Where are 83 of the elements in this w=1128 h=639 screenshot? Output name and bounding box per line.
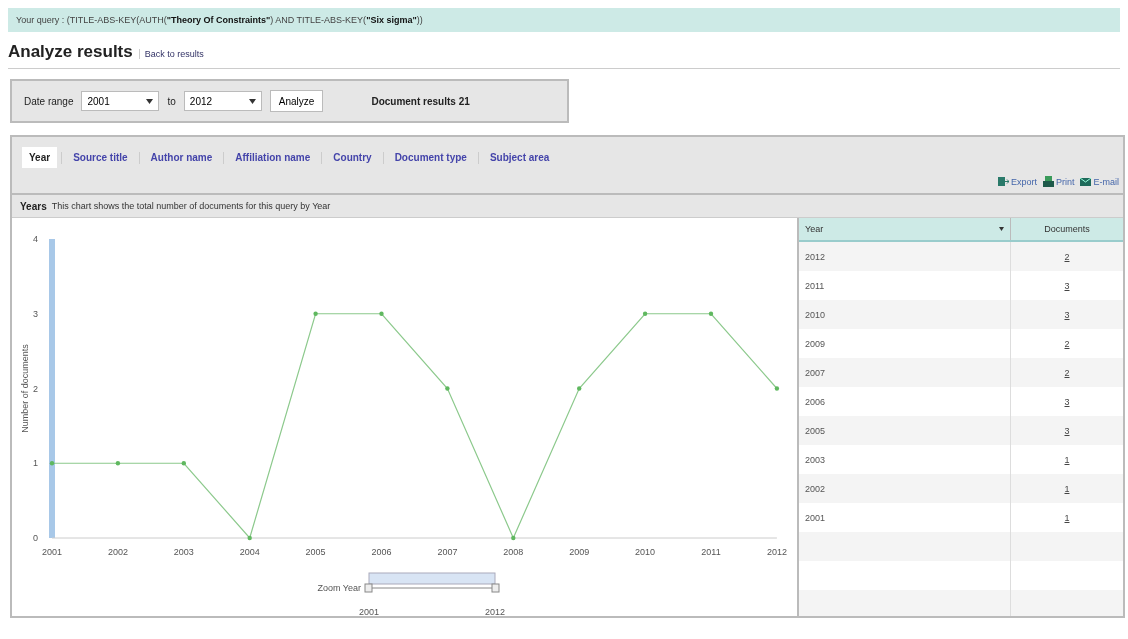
x-tick-label: 2006 (371, 547, 392, 557)
y-tick-label: 1 (33, 458, 38, 469)
to-label: to (167, 95, 176, 107)
analyze-button[interactable]: Analyze (269, 90, 324, 112)
caret-icon (248, 98, 256, 104)
x-tick-label: 2003 (173, 547, 194, 557)
sort-caret-icon (999, 227, 1004, 231)
zoom-end-label: 2012 (485, 607, 505, 616)
data-point[interactable] (445, 386, 450, 391)
y-tick-label: 4 (33, 234, 38, 244)
table-cell: 2010 (799, 300, 1011, 329)
x-tick-label: 2011 (701, 547, 721, 557)
tab[interactable]: Author name (143, 147, 220, 168)
section-title: Years (20, 200, 47, 212)
y-axis-title: Number of documents (20, 344, 30, 433)
data-point[interactable] (774, 386, 780, 391)
data-point[interactable] (379, 311, 384, 316)
x-tick-label: 2012 (766, 547, 787, 557)
y-tick-label: 0 (33, 533, 38, 543)
table-cell: 2011 (799, 271, 1011, 300)
envelope-icon (1080, 176, 1092, 187)
document-count-link[interactable]: 3 (1064, 280, 1070, 291)
document-count-link[interactable]: 2 (1064, 367, 1070, 378)
table-cell: 2003 (799, 445, 1011, 474)
data-point[interactable] (577, 386, 582, 391)
back-link[interactable]: Back to results (138, 49, 204, 59)
data-point[interactable] (511, 535, 516, 541)
x-tick-label: 2004 (239, 547, 260, 557)
table-cell: 2006 (799, 387, 1011, 416)
tab[interactable]: Affiliation name (228, 147, 318, 168)
document-count-link[interactable]: 3 (1064, 425, 1070, 436)
zoom-label: Zoom Year (317, 583, 361, 593)
x-tick-label: 2005 (305, 547, 326, 557)
document-count-link[interactable]: 1 (1064, 512, 1070, 523)
email-link[interactable]: E-mail (1080, 176, 1119, 187)
printer-icon (1042, 176, 1054, 187)
table-cell: 2002 (799, 474, 1011, 503)
tab[interactable]: Source title (66, 147, 135, 168)
data-point[interactable] (642, 311, 648, 316)
document-count-link[interactable]: 2 (1064, 338, 1070, 349)
result-count: Document results 21 (371, 95, 470, 107)
data-point[interactable] (181, 461, 186, 466)
y-tick-label: 3 (33, 308, 38, 319)
tab[interactable]: Subject area (482, 147, 557, 168)
year-dropdown[interactable]: 2012 (183, 91, 262, 111)
x-tick-label: 2007 (437, 547, 458, 557)
document-count-link[interactable]: 1 (1064, 483, 1070, 494)
date-range-label: Date range (24, 95, 74, 107)
document-count-link[interactable]: 3 (1064, 396, 1070, 407)
table-cell: 2007 (799, 358, 1011, 387)
data-point[interactable] (708, 311, 714, 316)
x-tick-label: 2002 (107, 547, 128, 557)
table-cell: 2009 (799, 329, 1011, 358)
data-point[interactable] (49, 461, 55, 466)
x-tick-label: 2001 (42, 547, 62, 557)
document-count-link[interactable]: 3 (1064, 309, 1070, 320)
x-tick-label: 2008 (503, 547, 524, 557)
table-cell: 2005 (799, 416, 1011, 445)
query-text: Your query : (TITLE-ABS-KEY(AUTH("Theory Of Constraints") AND TITLE-ABS-KEY("Six sigma")) (16, 15, 423, 25)
export-icon (997, 176, 1009, 187)
tab[interactable]: Year (22, 147, 58, 168)
tab[interactable]: Country (326, 147, 379, 168)
document-count-link[interactable]: 2 (1064, 251, 1070, 262)
x-tick-label: 2010 (635, 547, 656, 557)
table-cell: 2012 (799, 241, 1011, 271)
print-link[interactable]: Print (1042, 176, 1075, 187)
zoom-slider[interactable] (364, 572, 500, 593)
section-description: This chart shows the total number of documents for this query by Year (51, 201, 331, 211)
x-tick-label: 2009 (569, 547, 590, 557)
zoom-start-label: 2001 (359, 607, 379, 616)
data-point[interactable] (313, 311, 318, 316)
y-tick-label: 2 (33, 383, 38, 394)
table-cell: 2001 (799, 503, 1011, 532)
data-point[interactable] (247, 535, 252, 541)
column-header[interactable]: Documents (1010, 218, 1123, 241)
tab[interactable]: Document type (387, 147, 474, 168)
page-title: Analyze results (8, 42, 133, 62)
document-count-link[interactable]: 1 (1064, 454, 1070, 465)
caret-icon (146, 98, 154, 104)
data-point[interactable] (115, 461, 121, 466)
year-dropdown[interactable]: 2001 (81, 91, 160, 111)
column-header[interactable]: Year (799, 218, 1011, 241)
export-link[interactable]: Export (997, 176, 1037, 187)
